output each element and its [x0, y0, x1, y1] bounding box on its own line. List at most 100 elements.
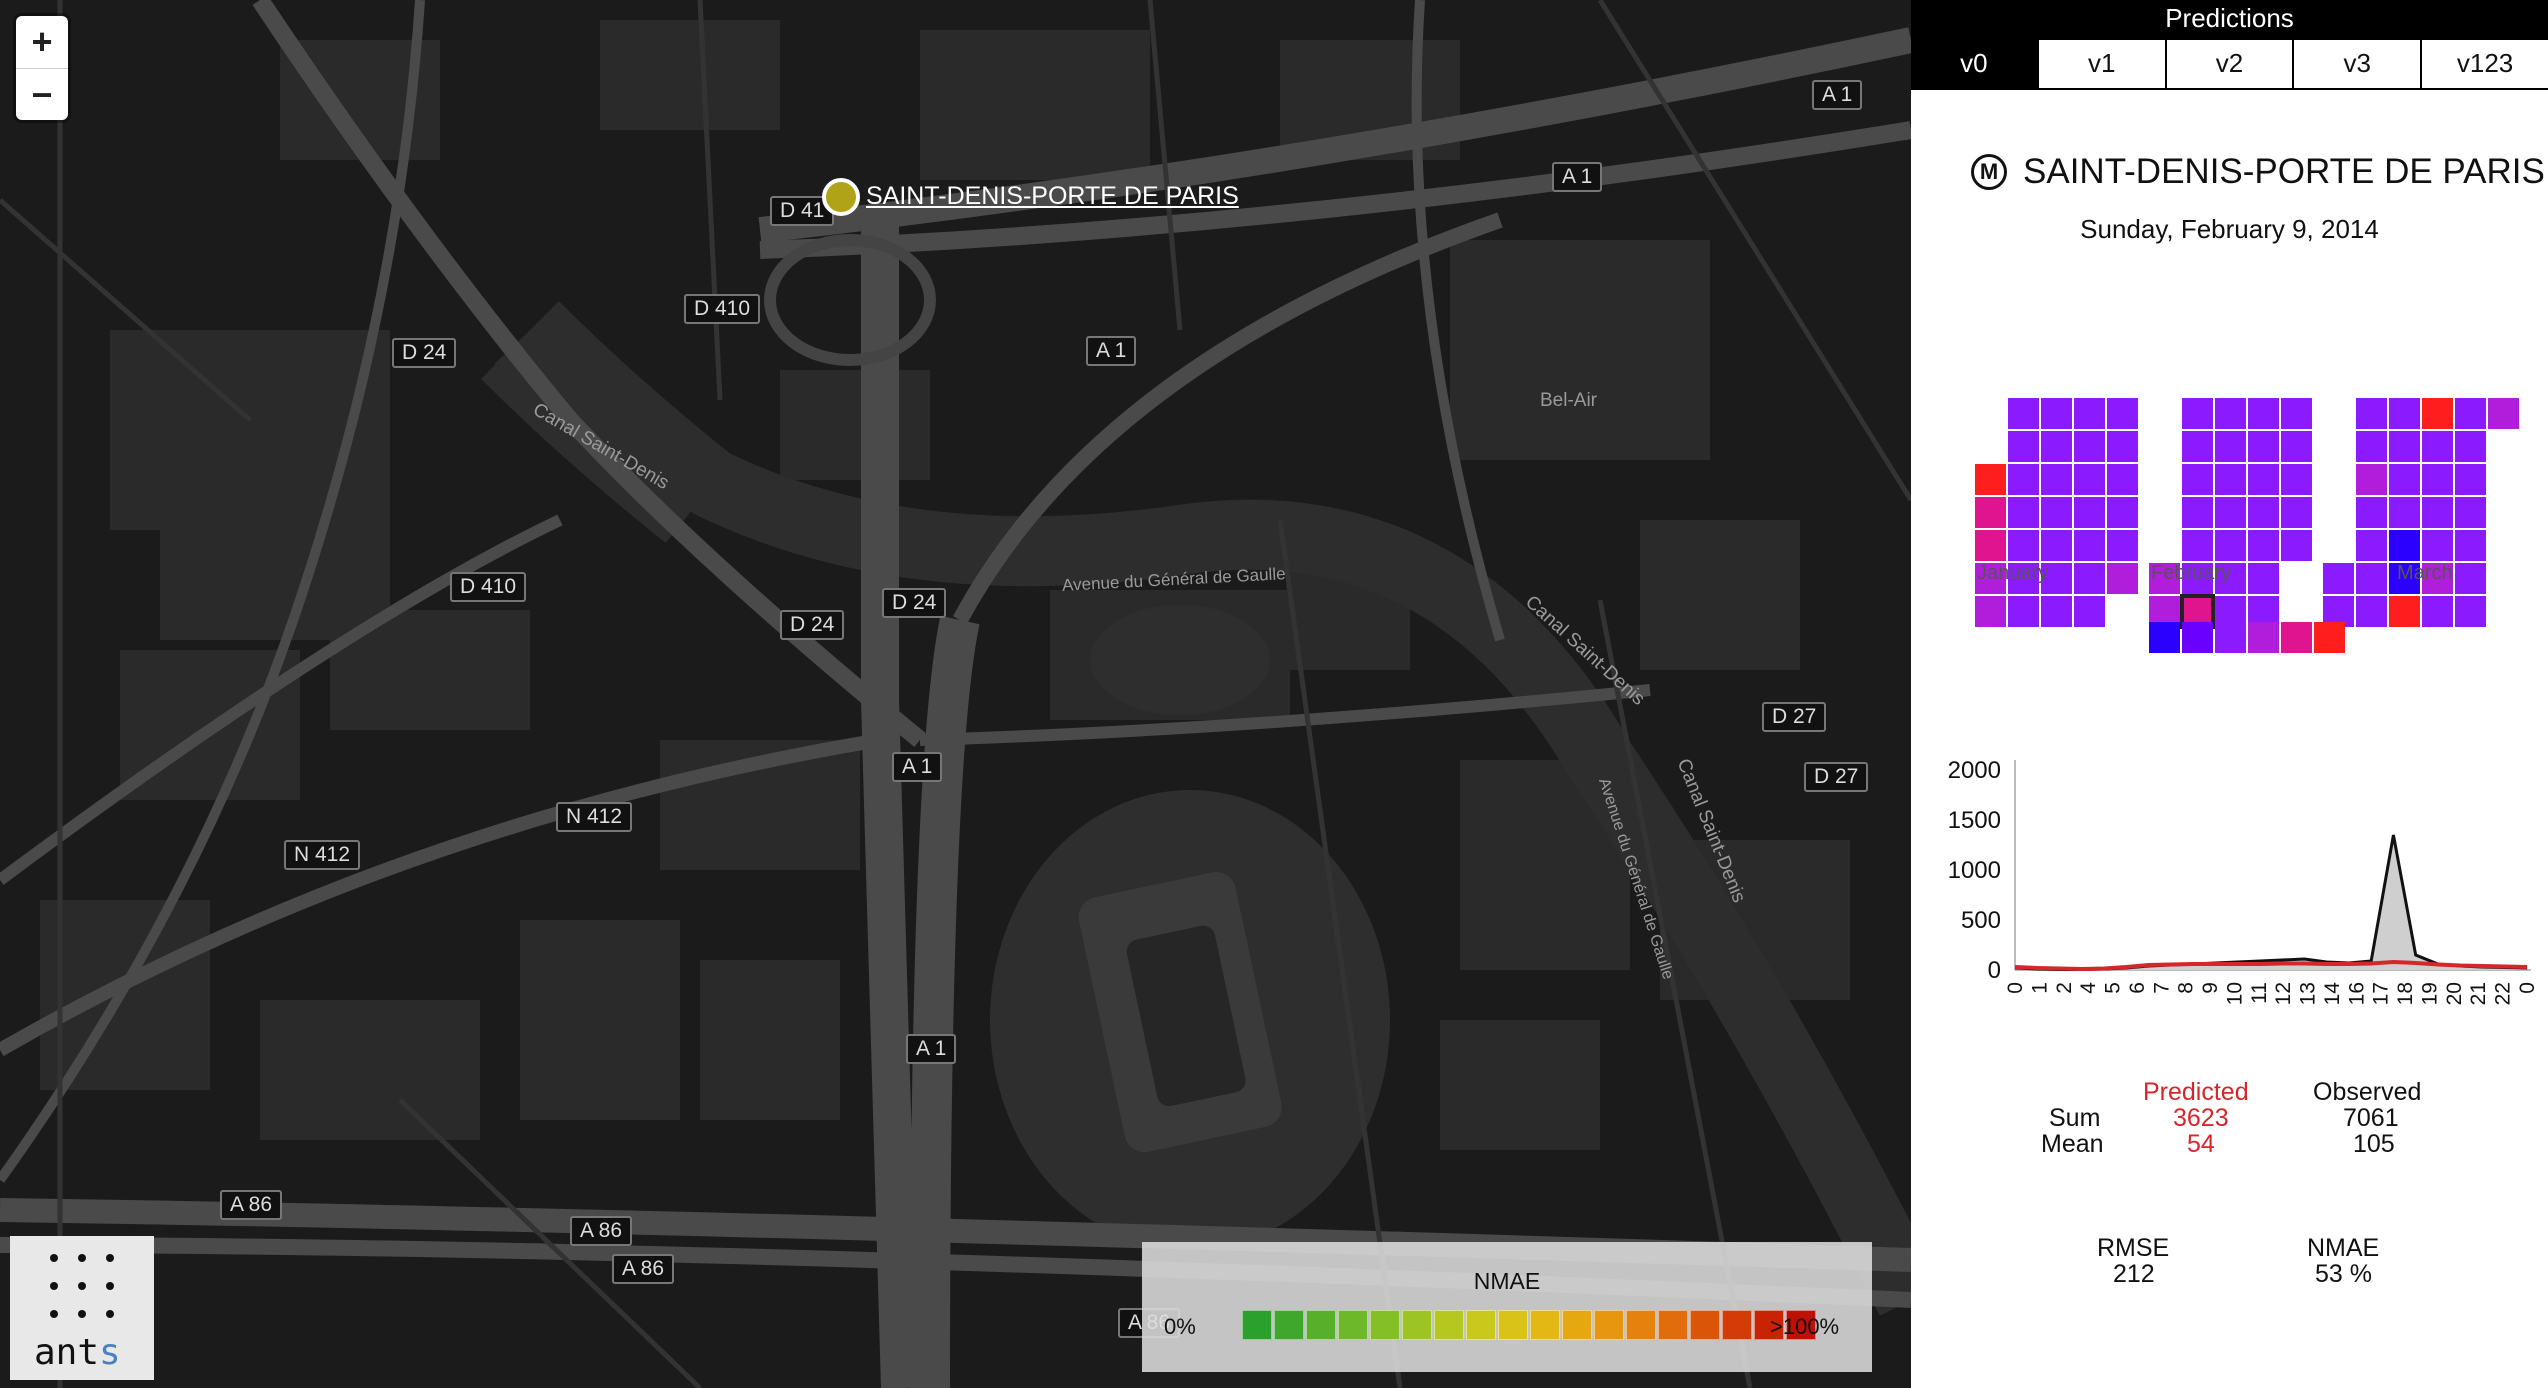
calendar-day-cell[interactable] — [2356, 596, 2387, 627]
calendar-day-cell[interactable] — [2389, 431, 2420, 462]
calendar-day-cell[interactable] — [2281, 464, 2312, 495]
calendar-day-cell[interactable] — [2215, 497, 2246, 528]
calendar-day-cell[interactable] — [2356, 497, 2387, 528]
calendar-day-cell[interactable] — [2041, 497, 2072, 528]
calendar-day-cell[interactable] — [2041, 530, 2072, 561]
calendar-day-cell[interactable] — [2182, 464, 2213, 495]
calendar-day-cell[interactable] — [2008, 464, 2039, 495]
calendar-day-cell[interactable] — [2107, 530, 2138, 561]
calendar-day-cell[interactable] — [2422, 596, 2453, 627]
calendar-day-cell[interactable] — [2215, 464, 2246, 495]
calendar-day-cell[interactable] — [2389, 464, 2420, 495]
calendar-day-cell[interactable] — [2074, 530, 2105, 561]
scale-color-cell — [2248, 622, 2279, 653]
calendar-day-cell[interactable] — [2107, 563, 2138, 594]
calendar-day-cell[interactable] — [2215, 431, 2246, 462]
calendar-day-cell[interactable] — [2281, 431, 2312, 462]
calendar-day-cell[interactable] — [2107, 431, 2138, 462]
tab-v123[interactable]: v123 — [2420, 40, 2548, 88]
tab-v1[interactable]: v1 — [2036, 40, 2165, 88]
calendar-day-cell[interactable] — [2248, 563, 2279, 594]
tab-v3[interactable]: v3 — [2292, 40, 2420, 88]
x-tick-label: 22 — [2492, 982, 2515, 1005]
calendar-day-cell[interactable] — [2389, 398, 2420, 429]
calendar-day-cell[interactable] — [2008, 398, 2039, 429]
calendar-day-cell[interactable] — [1975, 464, 2006, 495]
calendar-day-cell[interactable] — [2008, 530, 2039, 561]
calendar-day-cell[interactable] — [2182, 497, 2213, 528]
map-view[interactable]: + − D 41 D 410 D 24 A 1 A 1 A 1 D 410 D … — [0, 0, 1911, 1388]
calendar-day-cell[interactable] — [2074, 398, 2105, 429]
calendar-day-cell[interactable] — [1975, 497, 2006, 528]
calendar-day-cell[interactable] — [2182, 398, 2213, 429]
calendar-day-cell[interactable] — [2248, 530, 2279, 561]
x-tick-label: 4 — [2077, 982, 2100, 994]
calendar-day-cell[interactable] — [2008, 497, 2039, 528]
calendar-day-cell[interactable] — [2107, 497, 2138, 528]
x-tick-label: 11 — [2248, 982, 2271, 1004]
calendar-day-cell[interactable] — [2215, 530, 2246, 561]
calendar-day-cell[interactable] — [2422, 464, 2453, 495]
calendar-day-cell[interactable] — [2074, 497, 2105, 528]
tab-v2[interactable]: v2 — [2164, 40, 2293, 88]
calendar-day-cell[interactable] — [2107, 464, 2138, 495]
calendar-day-cell[interactable] — [2422, 530, 2453, 561]
calendar-day-cell[interactable] — [2455, 431, 2486, 462]
observed-mean: 105 — [2353, 1130, 2395, 1158]
station-marker[interactable] — [822, 178, 860, 216]
calendar-day-cell[interactable] — [2074, 431, 2105, 462]
calendar-day-cell[interactable] — [2215, 398, 2246, 429]
calendar-day-cell[interactable] — [2281, 398, 2312, 429]
station-map-label[interactable]: SAINT-DENIS-PORTE DE PARIS — [866, 182, 1239, 211]
calendar-day-cell[interactable] — [2041, 398, 2072, 429]
calendar-day-cell[interactable] — [2422, 398, 2453, 429]
calendar-day-cell[interactable] — [2074, 464, 2105, 495]
calendar-day-cell[interactable] — [2248, 497, 2279, 528]
calendar-day-cell[interactable] — [2356, 398, 2387, 429]
calendar-day-cell[interactable] — [2041, 431, 2072, 462]
calendar-day-cell[interactable] — [2389, 497, 2420, 528]
calendar-day-cell[interactable] — [2323, 563, 2354, 594]
calendar-day-cell[interactable] — [2389, 530, 2420, 561]
calendar-day-cell[interactable] — [2248, 464, 2279, 495]
calendar-day-cell[interactable] — [2356, 530, 2387, 561]
road-label: D 24 — [392, 338, 457, 368]
calendar-day-cell[interactable] — [2356, 464, 2387, 495]
calendar-day-cell[interactable] — [2422, 431, 2453, 462]
calendar-day-cell[interactable] — [2248, 431, 2279, 462]
calendar-day-cell[interactable] — [2182, 530, 2213, 561]
calendar-day-cell[interactable] — [2389, 596, 2420, 627]
calendar-day-cell[interactable] — [2182, 431, 2213, 462]
calendar-day-cell[interactable] — [2281, 497, 2312, 528]
calendar-day-cell[interactable] — [2041, 596, 2072, 627]
calendar-day-cell[interactable] — [2422, 497, 2453, 528]
ants-logo: ants — [10, 1236, 154, 1380]
zoom-in-button[interactable]: + — [16, 16, 68, 68]
calendar-day-cell[interactable] — [2455, 596, 2486, 627]
calendar-day-cell[interactable] — [2455, 530, 2486, 561]
calendar-day-cell[interactable] — [2041, 464, 2072, 495]
calendar-day-cell[interactable] — [2248, 398, 2279, 429]
calendar-day-cell[interactable] — [2488, 398, 2519, 429]
calendar-day-cell[interactable] — [2455, 398, 2486, 429]
calendar-day-cell[interactable] — [2074, 596, 2105, 627]
tab-v0[interactable]: v0 — [1911, 40, 2037, 88]
calendar-day-cell[interactable] — [2281, 530, 2312, 561]
calendar-day-cell[interactable] — [1975, 596, 2006, 627]
calendar-day-cell[interactable] — [2356, 563, 2387, 594]
x-tick-label: 17 — [2370, 982, 2393, 1005]
calendar-day-cell[interactable] — [2356, 431, 2387, 462]
calendar-day-cell[interactable] — [2008, 596, 2039, 627]
nmae-color-cell — [1594, 1310, 1624, 1340]
station-title-text: SAINT-DENIS-PORTE DE PARIS — [2023, 152, 2545, 191]
calendar-day-cell[interactable] — [2074, 563, 2105, 594]
calendar-day-cell[interactable] — [2455, 563, 2486, 594]
sum-label: Sum — [2049, 1104, 2101, 1132]
calendar-day-cell[interactable] — [2455, 497, 2486, 528]
x-tick-label: 8 — [2175, 982, 2198, 994]
zoom-out-button[interactable]: − — [16, 68, 68, 120]
calendar-day-cell[interactable] — [2008, 431, 2039, 462]
calendar-day-cell[interactable] — [2107, 398, 2138, 429]
calendar-day-cell[interactable] — [2455, 464, 2486, 495]
calendar-day-cell[interactable] — [1975, 530, 2006, 561]
